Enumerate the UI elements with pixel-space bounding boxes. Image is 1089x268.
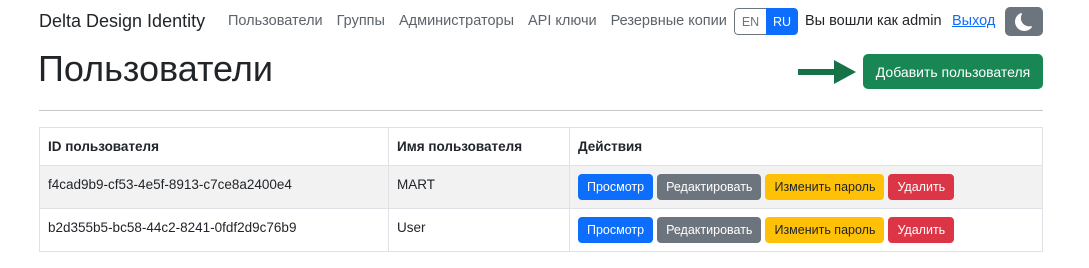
arrow-right-icon [798,60,856,84]
username-cell: MART [388,165,570,209]
divider [39,110,1043,111]
nav-link-api-keys[interactable]: API ключи [528,13,597,29]
user-id-cell: b2d355b5-bc58-44c2-8241-0fdf2d9c76b9 [39,208,389,252]
nav-link-users[interactable]: Пользователи [228,13,323,29]
table-row: b2d355b5-bc58-44c2-8241-0fdf2d9c76b9 Use… [39,208,1043,252]
header-username: Имя пользователя [388,127,570,166]
language-switcher: EN RU [734,8,798,35]
header-actions: Действия [569,127,1043,166]
lang-ru-button[interactable]: RU [766,8,798,35]
logged-in-text: Вы вошли как admin [805,13,942,29]
add-user-button[interactable]: Добавить пользователя [863,54,1043,89]
actions-cell: Просмотр Редактировать Изменить пароль У… [569,208,1043,252]
actions-cell: Просмотр Редактировать Изменить пароль У… [569,165,1043,209]
moon-icon [1015,12,1032,31]
edit-button[interactable]: Редактировать [657,217,762,243]
view-button[interactable]: Просмотр [578,217,654,243]
theme-toggle-button[interactable] [1005,7,1043,36]
table-header-row: ID пользователя Имя пользователя Действи… [39,127,1043,166]
navbar: Delta Design Identity Пользователи Групп… [0,0,1089,44]
nav-link-backups[interactable]: Резервные копии [611,13,727,29]
table-row: f4cad9b9-cf53-4e5f-8913-c7ce8a2400e4 MAR… [39,165,1043,209]
page-title: Пользователи [38,48,273,89]
delete-button[interactable]: Удалить [888,217,955,243]
nav-links: Пользователи Группы Администраторы API к… [228,13,741,29]
edit-button[interactable]: Редактировать [657,174,762,200]
change-password-button[interactable]: Изменить пароль [765,217,885,243]
username: MART [397,176,436,192]
users-table: ID пользователя Имя пользователя Действи… [39,127,1043,252]
nav-link-groups[interactable]: Группы [337,13,385,29]
header-user-id: ID пользователя [39,127,389,166]
lang-en-button[interactable]: EN [734,8,766,35]
username: User [397,219,426,235]
delete-button[interactable]: Удалить [888,174,955,200]
username-cell: User [388,208,570,252]
nav-link-admins[interactable]: Администраторы [399,13,514,29]
view-button[interactable]: Просмотр [578,174,654,200]
change-password-button[interactable]: Изменить пароль [765,174,885,200]
logout-link[interactable]: Выход [952,13,995,29]
user-id-cell: f4cad9b9-cf53-4e5f-8913-c7ce8a2400e4 [39,165,389,209]
user-id: f4cad9b9-cf53-4e5f-8913-c7ce8a2400e4 [48,176,292,192]
user-id: b2d355b5-bc58-44c2-8241-0fdf2d9c76b9 [48,219,297,235]
brand[interactable]: Delta Design Identity [39,11,205,32]
